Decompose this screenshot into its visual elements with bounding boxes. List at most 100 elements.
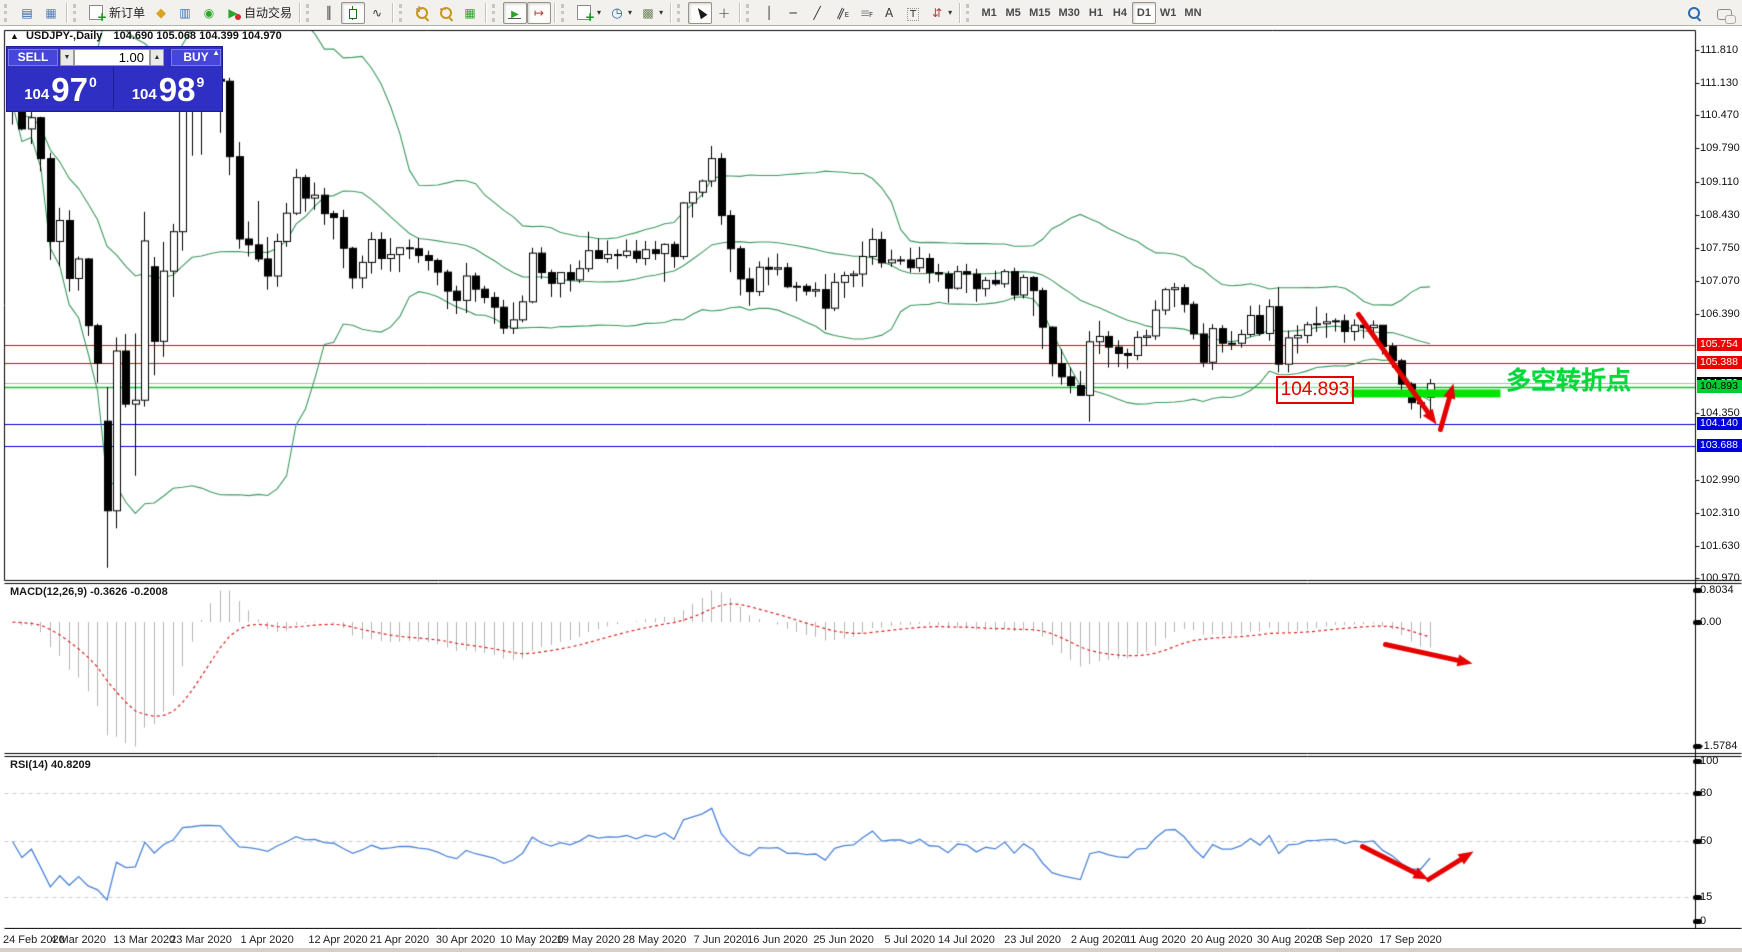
- date-axis-label: 2 Aug 2020: [1071, 934, 1127, 946]
- terminal-button[interactable]: [173, 2, 197, 24]
- button-label: H4: [1113, 7, 1127, 19]
- mt4-terminal: { "toolbar": { "new_order_label": "新订单",…: [0, 0, 1742, 952]
- volume-input[interactable]: [74, 49, 150, 66]
- date-axis-label: 10 May 2020: [500, 934, 564, 946]
- auto-scroll-icon: [507, 5, 523, 21]
- date-axis-label: 17 Sep 2020: [1379, 934, 1441, 946]
- price-level-badge: 105.388: [1697, 356, 1742, 369]
- date-axis-label: 21 Apr 2020: [370, 934, 429, 946]
- horizontal-line-button[interactable]: [781, 2, 805, 24]
- panel-collapse-icon[interactable]: ▲: [212, 48, 220, 57]
- equidistant-channel-button[interactable]: [829, 2, 853, 24]
- price-axis-label: 109.110: [1700, 176, 1739, 188]
- rsi-axis-label: 50: [1700, 835, 1712, 847]
- timeframe-M5-button[interactable]: M5: [1001, 2, 1025, 24]
- timeframe-M30-button[interactable]: M30: [1055, 2, 1084, 24]
- equidistant-channel-icon: [833, 5, 849, 21]
- button-label: M15: [1029, 7, 1050, 19]
- candlestick-chart-button[interactable]: [341, 2, 365, 24]
- volume-increase-button[interactable]: ▲: [150, 49, 164, 66]
- timeframe-M1-button[interactable]: M1: [977, 2, 1001, 24]
- date-axis-label: 30 Aug 2020: [1257, 934, 1319, 946]
- strategy-tester-icon: [201, 5, 217, 21]
- price-level-text-box[interactable]: 104.893: [1276, 376, 1354, 404]
- timeframe-M15-button[interactable]: M15: [1025, 2, 1054, 24]
- timeframe-H4-button[interactable]: H4: [1108, 2, 1132, 24]
- zoom-in-icon: +: [414, 5, 430, 21]
- price-level-badge: 104.140: [1697, 417, 1742, 430]
- indicators-button[interactable]: ▾: [572, 2, 605, 24]
- collapse-panel-icon[interactable]: ▲: [10, 31, 19, 41]
- text-button[interactable]: [877, 2, 901, 24]
- symbol-period-label: USDJPY-,Daily: [26, 30, 102, 42]
- periods-icon: [609, 5, 625, 21]
- arrows-button[interactable]: ▾: [925, 2, 956, 24]
- date-axis-label: 13 Mar 2020: [113, 934, 175, 946]
- date-axis-label: 12 Apr 2020: [308, 934, 367, 946]
- date-axis-label: 7 Jun 2020: [694, 934, 748, 946]
- arrows-icon: [929, 5, 945, 21]
- timeframe-H1-button[interactable]: H1: [1084, 2, 1108, 24]
- autotrading-button[interactable]: 自动交易: [221, 2, 296, 24]
- chat-button[interactable]: [1712, 2, 1736, 24]
- macd-axis-label: 0.8034: [1700, 584, 1734, 596]
- turning-point-label[interactable]: 多空转折点: [1506, 361, 1631, 397]
- templates-button[interactable]: ▾: [636, 2, 667, 24]
- button-label: M30: [1059, 7, 1080, 19]
- price-level-badge: 103.688: [1697, 439, 1742, 452]
- tile-windows-button[interactable]: [458, 2, 482, 24]
- bar-chart-button[interactable]: [317, 2, 341, 24]
- sell-price-button[interactable]: 104 97 0: [8, 67, 114, 109]
- price-chart-canvas[interactable]: [0, 26, 1742, 952]
- zoom-out-button[interactable]: −: [434, 2, 458, 24]
- zoom-in-button[interactable]: +: [410, 2, 434, 24]
- chart-shift-icon: [531, 5, 547, 21]
- date-axis-label: 14 Jul 2020: [938, 934, 995, 946]
- sell-button[interactable]: SELL: [8, 49, 58, 66]
- volume-decrease-button[interactable]: ▼: [60, 49, 74, 66]
- vertical-line-button[interactable]: [757, 2, 781, 24]
- timeframe-D1-button[interactable]: D1: [1132, 2, 1156, 24]
- ask-pips: 98: [159, 73, 196, 106]
- search-button[interactable]: [1682, 2, 1706, 24]
- periods-button[interactable]: ▾: [605, 2, 636, 24]
- date-axis-label: 1 Apr 2020: [241, 934, 294, 946]
- date-axis-label: 30 Apr 2020: [436, 934, 495, 946]
- crosshair-button[interactable]: [712, 2, 736, 24]
- rsi-axis-label: 15: [1700, 891, 1712, 903]
- cursor-button[interactable]: [688, 2, 712, 24]
- metaeditor-icon: [153, 5, 169, 21]
- new-order-icon: [89, 5, 103, 20]
- indicators-icon: [577, 5, 591, 20]
- fibonacci-button[interactable]: [853, 2, 877, 24]
- chevron-down-icon: ▾: [628, 8, 632, 17]
- line-chart-button[interactable]: [365, 2, 389, 24]
- date-axis-label: 25 Jun 2020: [813, 934, 874, 946]
- tile-windows-icon: [462, 5, 478, 21]
- text-label-icon: [905, 5, 921, 21]
- trendline-button[interactable]: [805, 2, 829, 24]
- date-axis-label: 4 Mar 2020: [50, 934, 106, 946]
- auto-scroll-button[interactable]: [503, 2, 527, 24]
- rsi-axis-label: 100: [1700, 755, 1718, 767]
- chevron-down-icon: ▾: [597, 8, 601, 17]
- date-axis-label: 28 May 2020: [623, 934, 687, 946]
- timeframe-W1-button[interactable]: W1: [1156, 2, 1181, 24]
- text-label-button[interactable]: [901, 2, 925, 24]
- buy-price-button[interactable]: 104 98 9: [115, 67, 221, 109]
- price-axis-label: 102.990: [1700, 474, 1740, 486]
- market-watch-icon: [19, 5, 35, 21]
- strategy-tester-button[interactable]: [197, 2, 221, 24]
- new-order-button[interactable]: 新订单: [84, 2, 149, 24]
- market-watch-button[interactable]: [15, 2, 39, 24]
- data-window-button[interactable]: [39, 2, 63, 24]
- time-axis[interactable]: 24 Feb 20204 Mar 202013 Mar 202023 Mar 2…: [0, 929, 1742, 948]
- metaeditor-button[interactable]: [149, 2, 173, 24]
- timeframe-MN-button[interactable]: MN: [1180, 2, 1205, 24]
- rsi-axis-label: 80: [1700, 787, 1712, 799]
- date-axis-label: 19 May 2020: [557, 934, 621, 946]
- cursor-icon: [692, 5, 708, 21]
- ask-point: 9: [196, 74, 204, 90]
- chart-shift-button[interactable]: [527, 2, 551, 24]
- toolbar-right-icons: [1682, 2, 1736, 24]
